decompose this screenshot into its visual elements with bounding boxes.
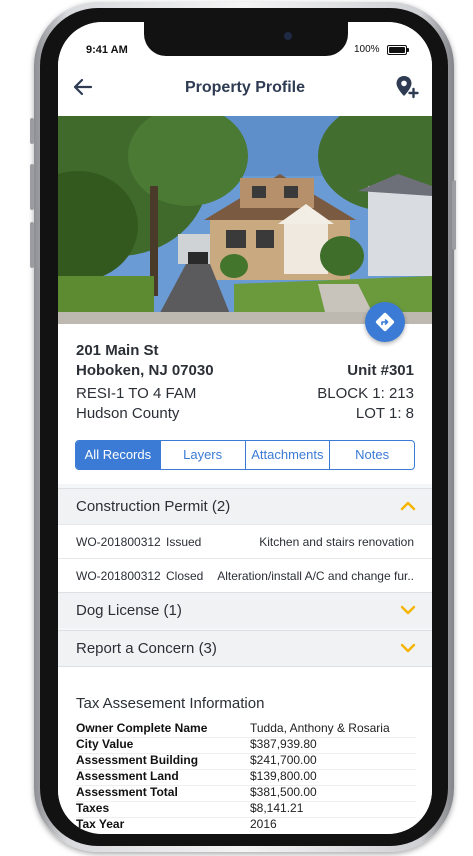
directions-icon	[375, 312, 395, 332]
tab-notes[interactable]: Notes	[329, 441, 414, 469]
tax-row: Assessment Building $241,700.00	[76, 753, 416, 770]
unit-number: Unit #301	[347, 362, 414, 379]
add-location-icon[interactable]	[394, 74, 420, 100]
tax-label: Assessment Land	[76, 769, 179, 783]
phone-screen: 9:41 AM 100% Property Profile 201 Main S…	[58, 22, 432, 834]
permit-id: WO-201800312	[76, 535, 161, 549]
nav-bar: Property Profile	[58, 62, 432, 116]
property-photo	[58, 116, 432, 324]
tax-row: Taxes $8,141.21	[76, 801, 416, 818]
permit-description: Alteration/install A/C and change fur..	[217, 569, 414, 583]
page-title: Property Profile	[184, 79, 306, 96]
permit-status: Issued	[166, 535, 202, 549]
tax-row: City Value $387,939.80	[76, 737, 416, 754]
permit-row[interactable]: WO-201800312 Closed Alteration/install A…	[58, 558, 432, 592]
tax-row: Owner Complete Name Tudda, Anthony & Ros…	[76, 721, 416, 738]
lot-number: LOT 1: 8	[355, 405, 414, 422]
section-title: Construction Permit (2)	[76, 498, 231, 515]
battery-icon	[387, 45, 409, 55]
block-number: BLOCK 1: 213	[317, 385, 414, 402]
chevron-down-icon	[400, 643, 416, 653]
tax-assessment-panel: Tax Assesement Information Owner Complet…	[58, 666, 432, 834]
address-line-1: 201 Main St	[76, 342, 159, 359]
tax-label: Taxes	[76, 801, 110, 815]
phone-power-button	[452, 180, 456, 250]
notch	[144, 22, 348, 56]
tax-row: Assessment Land $139,800.00	[76, 769, 416, 786]
tax-label: Assessment Building	[76, 753, 199, 767]
tax-value: $387,939.80	[250, 737, 317, 751]
permit-description: Kitchen and stairs renovation	[259, 535, 414, 549]
tax-value: Tudda, Anthony & Rosaria	[250, 721, 390, 735]
tab-attachments[interactable]: Attachments	[244, 441, 330, 469]
tax-label: Tax Year	[76, 817, 125, 831]
phone-volume-down	[30, 222, 34, 268]
tax-value: 2016	[250, 817, 277, 831]
chevron-up-icon	[400, 501, 416, 511]
tax-label: Owner Complete Name	[76, 721, 208, 735]
section-title: Report a Concern (3)	[76, 640, 217, 657]
section-construction-permit[interactable]: Construction Permit (2)	[58, 488, 432, 524]
phone-volume-up	[30, 164, 34, 210]
status-time: 9:41 AM	[86, 44, 128, 56]
tax-row: Assessment Total $381,500.00	[76, 785, 416, 802]
permit-id: WO-201800312	[76, 569, 161, 583]
permit-row[interactable]: WO-201800312 Issued Kitchen and stairs r…	[58, 524, 432, 558]
permit-status: Closed	[166, 569, 204, 583]
section-report-concern[interactable]: Report a Concern (3)	[58, 630, 432, 666]
section-title: Dog License (1)	[76, 602, 182, 619]
tax-value: $8,141.21	[250, 801, 304, 815]
tab-all-records[interactable]: All Records	[76, 441, 160, 469]
chevron-down-icon	[400, 605, 416, 615]
tax-title: Tax Assesement Information	[76, 695, 265, 712]
tax-label: City Value	[76, 737, 134, 751]
directions-button[interactable]	[365, 302, 405, 342]
tax-value: $139,800.00	[250, 769, 317, 783]
tab-layers[interactable]: Layers	[159, 441, 245, 469]
tax-value: $381,500.00	[250, 785, 317, 799]
tax-row: Tax Year 2016	[76, 817, 416, 833]
records-tabs: All Records Layers Attachments Notes	[75, 440, 415, 470]
phone-mute-switch	[30, 118, 34, 144]
tax-value: $241,700.00	[250, 753, 317, 767]
tax-label: Assessment Total	[76, 785, 178, 799]
camera	[284, 32, 292, 40]
battery-percent: 100%	[354, 44, 380, 55]
section-dog-license[interactable]: Dog License (1)	[58, 592, 432, 628]
